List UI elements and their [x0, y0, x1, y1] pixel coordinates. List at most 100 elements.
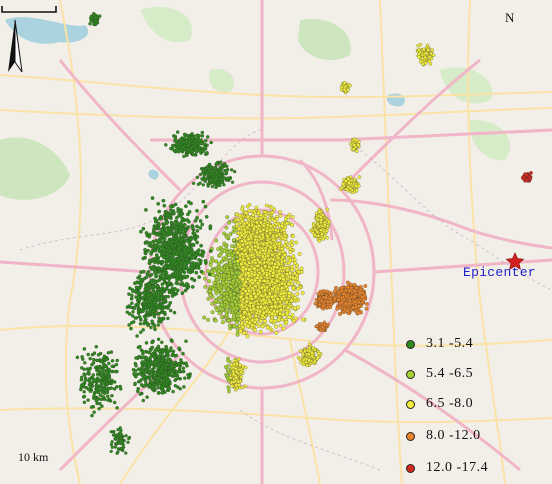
- intensity-point: [136, 345, 141, 350]
- intensity-point: [280, 286, 285, 291]
- intensity-point: [129, 326, 133, 331]
- intensity-point: [170, 294, 175, 298]
- intensity-point: [253, 294, 258, 299]
- intensity-point: [143, 240, 148, 245]
- intensity-point: [105, 394, 110, 398]
- intensity-point: [208, 262, 213, 267]
- intensity-point: [135, 334, 139, 338]
- intensity-point: [210, 310, 215, 315]
- intensity-point: [257, 290, 262, 295]
- intensity-point: [154, 232, 159, 237]
- intensity-point: [263, 218, 267, 223]
- intensity-point: [80, 355, 84, 359]
- intensity-point: [211, 286, 216, 291]
- intensity-point: [110, 393, 114, 398]
- intensity-point: [158, 381, 162, 386]
- intensity-point: [255, 220, 259, 225]
- intensity-point: [175, 270, 180, 275]
- intensity-point: [144, 275, 149, 280]
- intensity-point: [199, 243, 203, 248]
- intensity-point: [226, 287, 231, 292]
- intensity-point: [139, 330, 143, 334]
- intensity-map[interactable]: Epicenter N 10 km 3.1 -5.4 5.4 -6.5 6.5 …: [0, 0, 552, 484]
- intensity-point: [206, 269, 211, 274]
- intensity-point: [225, 267, 230, 272]
- intensity-point: [125, 310, 130, 314]
- intensity-point: [170, 282, 174, 287]
- intensity-point: [140, 277, 145, 282]
- intensity-point: [109, 350, 114, 354]
- intensity-point: [130, 293, 134, 298]
- intensity-point: [248, 300, 253, 305]
- intensity-point: [195, 224, 199, 229]
- intensity-point: [178, 229, 183, 233]
- intensity-point: [172, 249, 176, 254]
- intensity-point: [100, 404, 104, 408]
- intensity-point: [236, 242, 241, 247]
- intensity-point: [105, 370, 110, 374]
- intensity-point: [162, 241, 167, 246]
- intensity-point: [267, 291, 272, 296]
- intensity-point: [271, 238, 276, 242]
- intensity-point: [276, 255, 281, 260]
- intensity-point: [275, 309, 279, 314]
- intensity-point: [243, 230, 248, 235]
- intensity-point: [240, 207, 244, 212]
- intensity-point: [92, 357, 96, 362]
- intensity-point: [233, 299, 238, 304]
- intensity-point: [282, 233, 287, 238]
- intensity-point: [170, 339, 174, 343]
- intensity-point: [142, 294, 147, 299]
- intensity-point: [280, 312, 285, 317]
- intensity-point: [153, 248, 158, 253]
- intensity-point: [236, 317, 241, 321]
- intensity-point: [167, 386, 172, 391]
- intensity-point: [153, 300, 157, 304]
- intensity-point: [170, 261, 175, 266]
- intensity-point: [215, 308, 220, 312]
- intensity-point: [256, 245, 260, 250]
- intensity-point: [84, 385, 88, 390]
- intensity-point: [249, 253, 254, 257]
- intensity-point: [258, 229, 263, 234]
- intensity-point: [134, 363, 138, 368]
- intensity-point: [235, 332, 240, 337]
- intensity-point: [260, 324, 265, 329]
- intensity-point: [225, 215, 230, 219]
- intensity-point: [258, 329, 263, 334]
- intensity-point: [267, 248, 272, 253]
- intensity-point: [90, 413, 94, 418]
- intensity-point: [166, 306, 170, 310]
- intensity-point: [224, 225, 229, 230]
- intensity-point: [252, 320, 257, 325]
- intensity-point: [154, 253, 159, 257]
- intensity-point: [252, 266, 257, 271]
- intensity-point: [146, 293, 151, 297]
- intensity-point: [168, 308, 173, 313]
- intensity-point: [194, 270, 199, 275]
- intensity-point: [216, 283, 221, 288]
- intensity-point: [291, 286, 296, 291]
- intensity-point: [300, 290, 305, 295]
- intensity-point: [293, 261, 297, 266]
- intensity-point: [143, 291, 148, 295]
- intensity-point: [282, 237, 287, 241]
- intensity-point: [245, 316, 250, 321]
- intensity-point: [87, 379, 92, 384]
- intensity-point: [251, 213, 256, 217]
- intensity-point: [182, 265, 186, 269]
- intensity-point: [150, 295, 154, 300]
- intensity-point: [92, 351, 97, 355]
- intensity-point: [225, 304, 230, 309]
- intensity-point: [216, 280, 221, 285]
- intensity-point: [299, 266, 304, 271]
- intensity-point: [107, 387, 111, 391]
- intensity-point: [170, 224, 175, 228]
- intensity-point: [165, 274, 170, 278]
- intensity-point: [281, 277, 286, 282]
- intensity-point: [256, 281, 260, 286]
- intensity-point: [150, 380, 154, 385]
- intensity-point: [262, 305, 267, 310]
- intensity-point: [206, 317, 211, 322]
- intensity-point: [220, 320, 225, 325]
